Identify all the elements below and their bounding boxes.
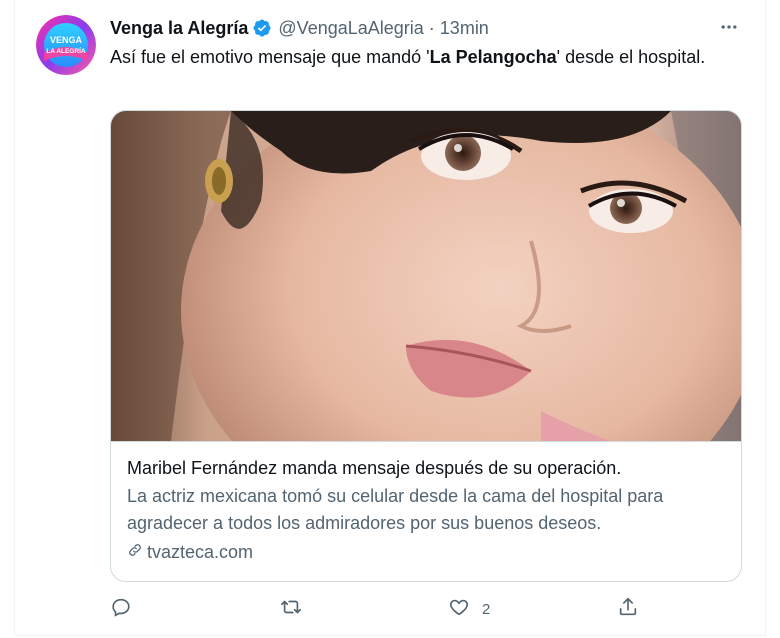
like-button[interactable]: 2 (448, 594, 490, 624)
tweet-text-before: Así fue el emotivo mensaje que mandó ' (110, 47, 430, 67)
tweet-text: Así fue el emotivo mensaje que mandó 'La… (110, 44, 730, 71)
like-icon (448, 596, 470, 622)
card-description: La actriz mexicana tomó su celular desde… (127, 486, 664, 533)
avatar[interactable]: VENGA LA ALEGRÍA (36, 15, 96, 75)
user-handle[interactable]: @VengaLaAlegria (278, 18, 423, 39)
retweet-button[interactable] (278, 594, 316, 624)
retweet-icon (278, 596, 304, 622)
card-domain-text: tvazteca.com (147, 542, 254, 562)
tweet-header: Venga la Alegría @VengaLaAlegria · 13min (110, 14, 489, 42)
card-body: Maribel Fernández manda mensaje después … (127, 455, 727, 566)
avatar-text-top: VENGA (50, 35, 83, 45)
share-button[interactable] (617, 594, 651, 624)
timestamp[interactable]: 13min (440, 18, 489, 39)
reply-icon (110, 596, 132, 622)
tweet-text-after: ' desde el hospital. (556, 47, 706, 67)
separator: · (428, 17, 435, 38)
tweet-text-bold[interactable]: La Pelangocha (430, 47, 557, 67)
display-name[interactable]: Venga la Alegría (110, 18, 248, 39)
reply-button[interactable] (110, 594, 144, 624)
share-icon (617, 596, 639, 622)
like-count: 2 (482, 600, 491, 618)
card-title: Maribel Fernández manda mensaje después … (127, 458, 622, 478)
more-icon (719, 17, 739, 42)
avatar-text-bottom: LA ALEGRÍA (46, 46, 86, 55)
more-button[interactable] (714, 14, 744, 44)
link-card[interactable]: Maribel Fernández manda mensaje después … (110, 110, 742, 582)
verified-icon (252, 18, 272, 38)
card-domain: tvazteca.com (127, 539, 727, 566)
action-bar: 2 (110, 594, 650, 624)
link-icon (127, 539, 147, 566)
card-image (111, 111, 741, 442)
